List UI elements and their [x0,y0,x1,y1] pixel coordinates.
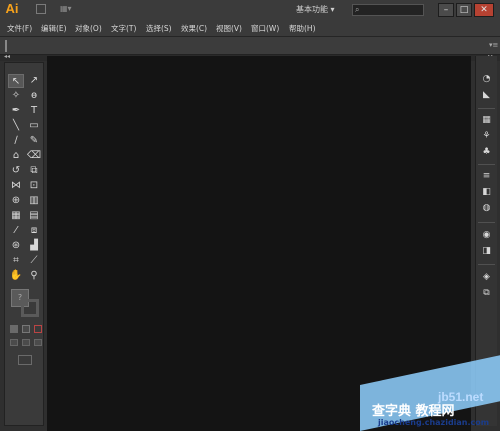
slice-tool-icon[interactable]: ⟋ [26,254,42,268]
eyedropper-tool-icon[interactable]: ⁄ [8,224,24,238]
menu-select[interactable]: 选择(S) [146,23,172,34]
app-logo: Ai [5,1,19,16]
menu-help[interactable]: 帮助(H) [289,23,316,34]
pen-tool-icon[interactable]: ✒ [8,104,24,118]
maximize-button[interactable]: □ [456,3,472,17]
paintbrush-tool-icon[interactable]: ∕ [8,134,24,148]
shape-builder-tool-icon[interactable]: ⊕ [8,194,24,208]
menu-effect[interactable]: 效果(C) [181,23,207,34]
control-bar-menu-icon[interactable]: ▾≡ [489,40,498,50]
screen-mode-icon[interactable] [18,355,32,365]
menu-object[interactable]: 对象(O) [75,23,102,34]
arrange-documents-icon[interactable]: ▦▾ [60,4,76,14]
gradient-mode-button[interactable] [22,325,30,333]
title-bar: Ai ▦▾ 基本功能 ▾ ⌕ – □ ✕ [0,0,500,21]
color-guide-panel-icon[interactable]: ◣ [479,88,494,102]
brushes-panel-icon[interactable]: ⚘ [479,129,494,143]
minimize-button[interactable]: – [438,3,454,17]
column-graph-tool-icon[interactable]: ▟ [26,239,42,253]
gradient-tool-icon[interactable]: ▤ [26,209,42,223]
magic-wand-tool-icon[interactable]: ✧ [8,89,24,103]
graphic-styles-panel-icon[interactable]: ◨ [479,244,494,258]
gradient-panel-icon[interactable]: ◧ [479,185,494,199]
artboards-panel-icon[interactable]: ⧉ [479,286,494,300]
search-input[interactable]: ⌕ [352,4,424,16]
dock-separator [478,164,495,165]
close-button[interactable]: ✕ [474,3,494,17]
search-icon: ⌕ [355,5,360,14]
transparency-panel-icon[interactable]: ◍ [479,201,494,215]
draw-normal-icon[interactable] [10,339,18,346]
rotate-tool-icon[interactable]: ↺ [8,164,24,178]
layers-panel-icon[interactable]: ◈ [479,270,494,284]
tools-panel: ↖ ↗ ✧ ɵ ✒ T ╲ ▭ ∕ ✎ ⌂ ⌫ ↺ ⧉ ⋈ ⊡ ⊕ ▥ ▦ ▤ … [4,62,44,426]
control-bar: ▾≡ [0,37,500,55]
dock-separator [478,264,495,265]
color-mode-button[interactable] [10,325,18,333]
menu-file[interactable]: 文件(F) [7,23,32,34]
direct-selection-tool-icon[interactable]: ↗ [26,74,42,88]
dock-separator [478,222,495,223]
menu-type[interactable]: 文字(T) [111,23,136,34]
type-tool-icon[interactable]: T [26,104,42,118]
line-tool-icon[interactable]: ╲ [8,119,24,133]
symbol-sprayer-tool-icon[interactable]: ⊛ [8,239,24,253]
chevron-down-icon: ▾ [330,5,335,14]
eraser-tool-icon[interactable]: ⌫ [26,149,42,163]
collapse-left-icon[interactable]: ◂◂ [4,53,14,61]
dock-separator [478,108,495,109]
pencil-tool-icon[interactable]: ✎ [26,134,42,148]
perspective-grid-tool-icon[interactable]: ▥ [26,194,42,208]
color-panel-icon[interactable]: ◔ [479,72,494,86]
hand-tool-icon[interactable]: ✋ [8,269,24,283]
watermark-text: 查字典 教程网 [372,404,455,419]
selection-tool-icon[interactable]: ↖ [8,74,24,88]
none-mode-button[interactable] [34,325,42,333]
blob-brush-tool-icon[interactable]: ⌂ [8,149,24,163]
lasso-tool-icon[interactable]: ɵ [26,89,42,103]
scale-tool-icon[interactable]: ⧉ [26,164,42,178]
blend-tool-icon[interactable]: ⧈ [26,224,42,238]
bridge-icon[interactable] [36,4,46,14]
workspace-switcher[interactable]: 基本功能 ▾ [296,4,342,16]
watermark-domain: jiaocheng.chazidian.com [378,418,490,427]
control-bar-grip[interactable] [5,40,7,52]
swatches-panel-icon[interactable]: ▦ [479,113,494,127]
mesh-tool-icon[interactable]: ▦ [8,209,24,223]
menu-view[interactable]: 视图(V) [216,23,242,34]
rectangle-tool-icon[interactable]: ▭ [26,119,42,133]
free-transform-tool-icon[interactable]: ⊡ [26,179,42,193]
menu-window[interactable]: 窗口(W) [251,23,279,34]
zoom-tool-icon[interactable]: ⚲ [26,269,42,283]
appearance-panel-icon[interactable]: ◉ [479,228,494,242]
symbols-panel-icon[interactable]: ♣ [479,145,494,159]
stroke-panel-icon[interactable]: ≡ [479,169,494,183]
workspace-label: 基本功能 [296,5,328,14]
width-tool-icon[interactable]: ⋈ [8,179,24,193]
stroke-swatch[interactable] [21,299,39,317]
menu-bar: 文件(F) 编辑(E) 对象(O) 文字(T) 选择(S) 效果(C) 视图(V… [0,20,500,37]
artboard-tool-icon[interactable]: ⌗ [8,254,24,268]
menu-edit[interactable]: 编辑(E) [41,23,67,34]
draw-behind-icon[interactable] [22,339,30,346]
draw-inside-icon[interactable] [34,339,42,346]
